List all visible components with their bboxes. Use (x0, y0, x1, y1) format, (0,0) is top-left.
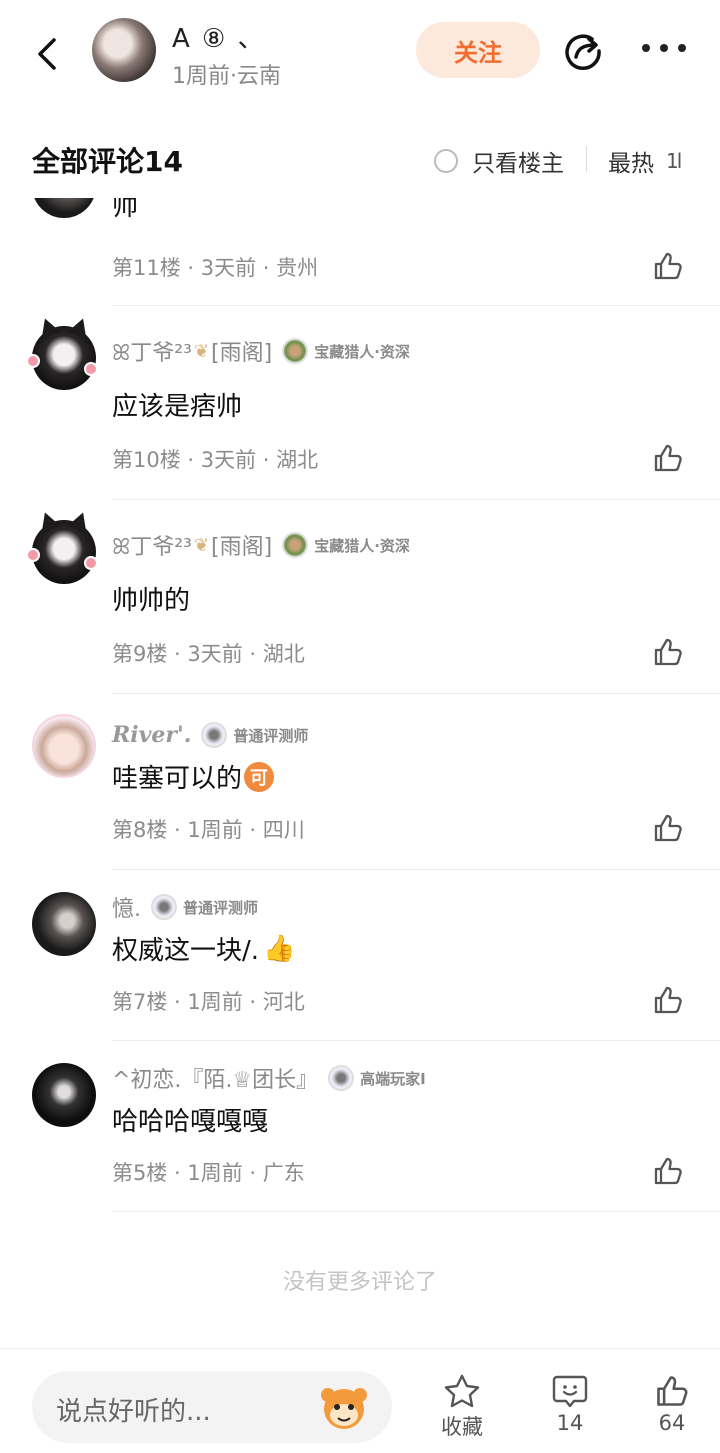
avatar[interactable] (32, 714, 96, 778)
badge-icon (151, 894, 177, 920)
collect-button[interactable]: 收藏 (422, 1373, 502, 1441)
author-name[interactable]: A ⑧ 、 (172, 18, 266, 55)
badge-icon (282, 532, 309, 558)
badge-icon (282, 338, 309, 364)
avatar[interactable] (32, 198, 96, 218)
user-badge: 宝藏猎人·资深 (314, 342, 410, 361)
radio-icon[interactable] (434, 149, 458, 173)
collect-label: 收藏 (441, 1415, 483, 1439)
comment-meta: 第9楼 · 3天前 · 湖北 (112, 642, 305, 666)
comment-body: 帅帅的 (112, 586, 191, 616)
nickname: ^初恋.『陌.♕团长』 (112, 1068, 319, 1093)
comment-author[interactable]: ^初恋.『陌.♕团长』 高端玩家Ⅰ (112, 1063, 426, 1093)
avatar[interactable] (32, 892, 96, 956)
nickname: ꕤ丁爷²³ (112, 341, 192, 366)
user-badge: 普通评测师 (183, 898, 259, 917)
comment-text: 权威这一块/. (112, 936, 260, 966)
share-icon[interactable] (562, 30, 604, 72)
divider (112, 1211, 720, 1212)
nickname: River'. (112, 722, 192, 748)
badge-icon (201, 722, 228, 748)
comments-header: 全部评论14 只看楼主 最热 1l (0, 130, 720, 190)
comment-author[interactable]: ꕤ丁爷²³ ❦ [雨阁] 宝藏猎人·资深 (112, 336, 410, 366)
mascot-emoji-icon[interactable] (316, 1381, 372, 1433)
comments-list: 帅 第11楼 · 3天前 · 贵州 ꕤ丁爷²³ ❦ [雨阁] 宝藏猎人·资深 应… (0, 198, 720, 1348)
comment-meta: 第8楼 · 1周前 · 四川 (112, 818, 305, 842)
comment-body: 应该是痞帅 (112, 392, 243, 422)
only-owner-label: 只看楼主 (472, 151, 564, 177)
comment-author[interactable]: River'. 普通评测师 (112, 720, 308, 750)
divider (586, 146, 587, 172)
badge-icon (328, 1065, 355, 1091)
comment-meta: 第11楼 · 3天前 · 贵州 (112, 256, 319, 280)
author-meta: 1周前·云南 (172, 64, 281, 89)
top-bar: A ⑧ 、 1周前·云南 关注 (0, 0, 720, 105)
butterfly-icon: ❦ (193, 534, 210, 556)
sort-label: 最热 (608, 151, 654, 177)
user-badge: 高端玩家Ⅰ (360, 1069, 426, 1088)
back-arrow-icon[interactable] (30, 34, 66, 74)
comment-count: 14 (556, 1411, 584, 1435)
divider (112, 499, 720, 500)
like-button[interactable]: 64 (632, 1373, 712, 1435)
thumbs-up-icon[interactable] (652, 442, 684, 474)
follow-button[interactable]: 关注 (416, 22, 540, 78)
comment-button[interactable]: 14 (530, 1373, 610, 1435)
avatar[interactable] (26, 326, 98, 390)
nickname-suffix: [雨阁] (211, 341, 273, 366)
like-count: 64 (658, 1411, 686, 1435)
comment-body: 帅 (112, 198, 139, 222)
butterfly-icon: ❦ (193, 340, 210, 362)
user-badge: 普通评测师 (233, 726, 309, 745)
no-more-comments-text: 没有更多评论了 (282, 1270, 437, 1295)
comment-text: 哇塞可以的 (112, 764, 243, 794)
comments-title: 全部评论14 (32, 145, 183, 178)
comment-input[interactable]: 说点好听的... (32, 1371, 392, 1443)
comment-meta: 第5楼 · 1周前 · 广东 (112, 1161, 305, 1185)
thumbs-up-emoji-icon: 👍 (263, 933, 296, 964)
nickname: ꕤ丁爷²³ (112, 535, 192, 560)
divider (112, 869, 720, 870)
thumbs-up-icon[interactable] (652, 984, 684, 1016)
author-avatar[interactable] (92, 18, 156, 82)
comment-body: 权威这一块/. 👍 (112, 930, 295, 967)
thumbs-up-icon (657, 1376, 688, 1406)
star-icon (444, 1374, 480, 1408)
thumbs-up-icon[interactable] (652, 812, 684, 844)
comment-author[interactable]: 憶. 普通评测师 (112, 892, 258, 922)
avatar[interactable] (26, 520, 98, 584)
divider (112, 1040, 720, 1041)
avatar[interactable] (32, 1063, 96, 1127)
comment-body: 哈哈哈嘎嘎嘎 (112, 1107, 269, 1137)
thumbs-up-icon[interactable] (652, 636, 684, 668)
divider (112, 693, 720, 694)
only-owner-toggle[interactable]: 只看楼主 (434, 144, 564, 178)
nickname: 憶. (112, 897, 141, 922)
sort-selector[interactable]: 最热 1l (608, 144, 682, 178)
bottom-bar: 说点好听的... 收藏 14 64 (0, 1348, 720, 1453)
emoji-icon: 可 (244, 761, 275, 792)
divider (112, 305, 720, 306)
comment-icon (552, 1375, 588, 1408)
user-badge: 宝藏猎人·资深 (314, 536, 410, 555)
comment-author[interactable]: ꕤ丁爷²³ ❦ [雨阁] 宝藏猎人·资深 (112, 530, 410, 560)
thumbs-up-icon[interactable] (652, 1155, 684, 1187)
comment-body: 哇塞可以的 可 (112, 758, 275, 795)
more-options-icon[interactable] (642, 44, 686, 56)
sort-icon: 1l (666, 149, 682, 173)
nickname-suffix: [雨阁] (211, 535, 273, 560)
comment-meta: 第10楼 · 3天前 · 湖北 (112, 448, 319, 472)
comment-input-placeholder: 说点好听的... (56, 1397, 211, 1427)
thumbs-up-icon[interactable] (652, 250, 684, 282)
comment-meta: 第7楼 · 1周前 · 河北 (112, 990, 305, 1014)
